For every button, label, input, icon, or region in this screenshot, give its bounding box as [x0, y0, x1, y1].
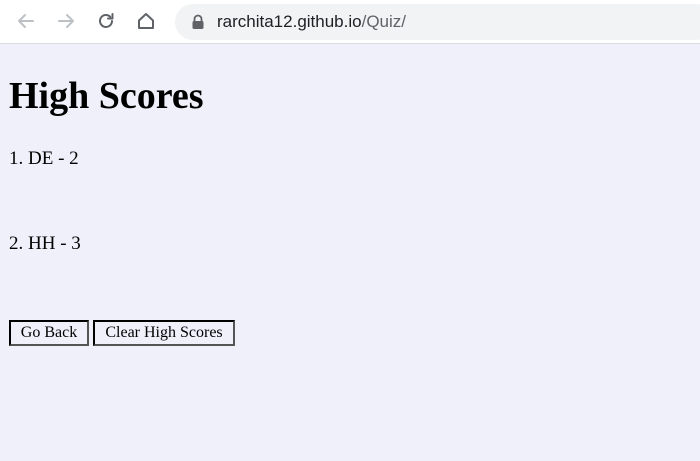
url-path: /Quiz/ — [361, 12, 406, 31]
reload-button[interactable] — [92, 7, 120, 35]
lock-icon — [192, 14, 204, 29]
score-entry: 2. HH - 3 — [9, 233, 81, 254]
score-entry: 1. DE - 2 — [9, 148, 79, 169]
go-back-button[interactable]: Go Back — [9, 320, 89, 346]
address-url[interactable]: rarchita12.github.io/Quiz/ — [217, 12, 406, 32]
page-content: High Scores 1. DE - 2 2. HH - 3 Go Back … — [0, 45, 700, 461]
arrow-right-icon — [58, 14, 74, 28]
arrow-left-icon — [18, 14, 34, 28]
reload-icon — [99, 13, 114, 28]
browser-toolbar: rarchita12.github.io/Quiz/ — [0, 0, 700, 44]
home-button[interactable] — [132, 7, 160, 35]
back-button[interactable] — [12, 7, 40, 35]
clear-high-scores-button[interactable]: Clear High Scores — [93, 320, 235, 346]
home-icon — [138, 13, 154, 29]
address-bar[interactable]: rarchita12.github.io/Quiz/ — [175, 4, 700, 40]
forward-button[interactable] — [52, 7, 80, 35]
page-title: High Scores — [9, 75, 204, 117]
url-host: rarchita12.github.io — [217, 12, 362, 31]
